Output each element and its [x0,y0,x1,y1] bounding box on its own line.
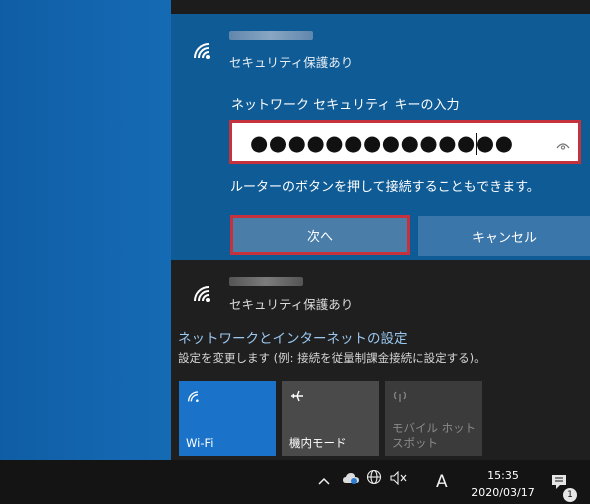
text-caret [476,133,477,155]
router-hint: ルーターのボタンを押して接続することもできます。 [230,180,540,195]
network-settings-link[interactable]: ネットワークとインターネットの設定 [178,327,408,347]
hotspot-icon [392,388,408,404]
clock-date[interactable]: 2020/03/17 [466,486,540,499]
wifi-icon [186,388,202,404]
ime-mode-indicator[interactable]: A [436,472,448,492]
password-input[interactable]: ●●●●●●●●●●●●●● [229,120,581,164]
quick-action-mobile-hotspot[interactable]: モバイル ホットスポット [385,381,482,456]
cancel-button[interactable]: キャンセル [418,216,590,256]
wifi-signal-icon [191,40,215,60]
chevron-up-icon[interactable] [318,473,330,489]
active-network-panel[interactable]: セキュリティ保護あり ネットワーク セキュリティ キーの入力 ●●●●●●●●●… [171,14,590,260]
quick-action-airplane-mode[interactable]: 機内モード [282,381,379,456]
clock-time[interactable]: 15:35 [478,469,528,482]
next-button[interactable]: 次へ [230,215,410,255]
security-key-prompt: ネットワーク セキュリティ キーの入力 [231,98,460,113]
notification-count-badge: 1 [563,488,577,502]
network-flyout: セキュリティ保護あり ネットワーク セキュリティ キーの入力 ●●●●●●●●●… [171,0,590,460]
quick-action-label: Wi-Fi [186,436,214,450]
quick-action-label: 機内モード [289,436,347,450]
network-globe-icon[interactable] [366,469,382,489]
network-name-redacted [229,277,303,286]
quick-action-wifi[interactable]: Wi-Fi [179,381,276,456]
password-value: ●●●●●●●●●●●●●● [250,131,514,155]
network-settings-description: 設定を変更します (例: 接続を従量制課金接続に設定する)。 [178,351,486,365]
security-status: セキュリティ保護あり [229,55,354,70]
airplane-icon [289,388,305,404]
quick-action-label: モバイル ホットスポット [392,421,477,450]
reveal-password-icon[interactable] [556,136,570,150]
network-name-redacted [229,31,313,40]
volume-muted-icon[interactable] [390,470,408,489]
other-network-panel[interactable]: セキュリティ保護あり ネットワークとインターネットの設定 設定を変更します (例… [171,260,590,372]
onedrive-icon[interactable] [342,471,360,489]
flyout-top-strip [171,0,590,14]
wifi-signal-icon [191,283,215,303]
security-status: セキュリティ保護あり [229,297,354,312]
